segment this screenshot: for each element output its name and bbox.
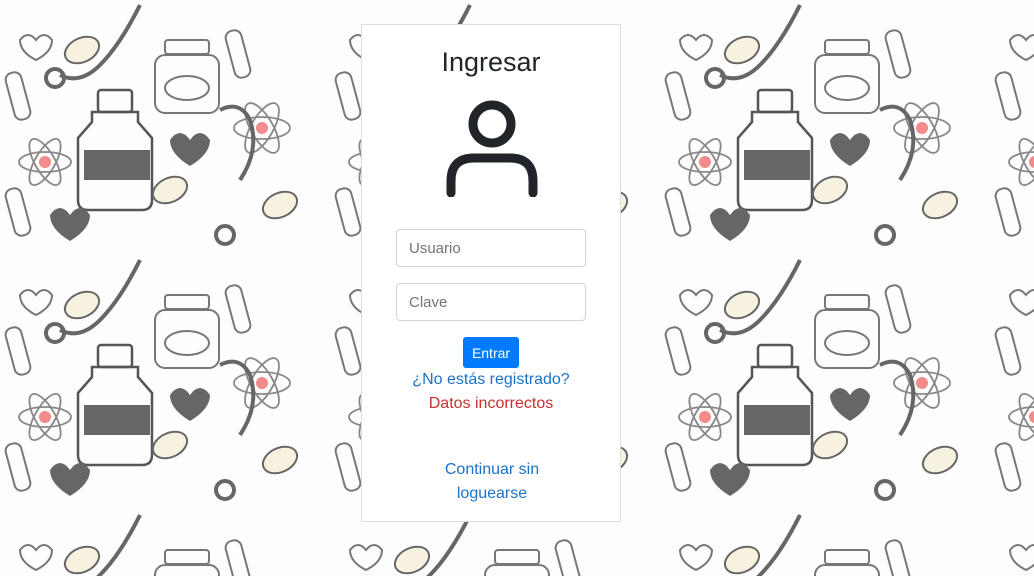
user-icon: [446, 100, 538, 197]
error-message: Datos incorrectos: [428, 395, 554, 412]
login-card: Ingresar Entrar ¿No estás registrado? Da…: [361, 24, 621, 522]
register-link[interactable]: ¿No estás registrado?: [362, 371, 620, 389]
submit-button[interactable]: Entrar: [463, 337, 519, 368]
guest-continue-link[interactable]: Continuar sin loguearse: [427, 458, 557, 506]
username-field[interactable]: [396, 229, 586, 267]
page-title: Ingresar: [441, 47, 541, 77]
password-field[interactable]: [396, 283, 586, 321]
